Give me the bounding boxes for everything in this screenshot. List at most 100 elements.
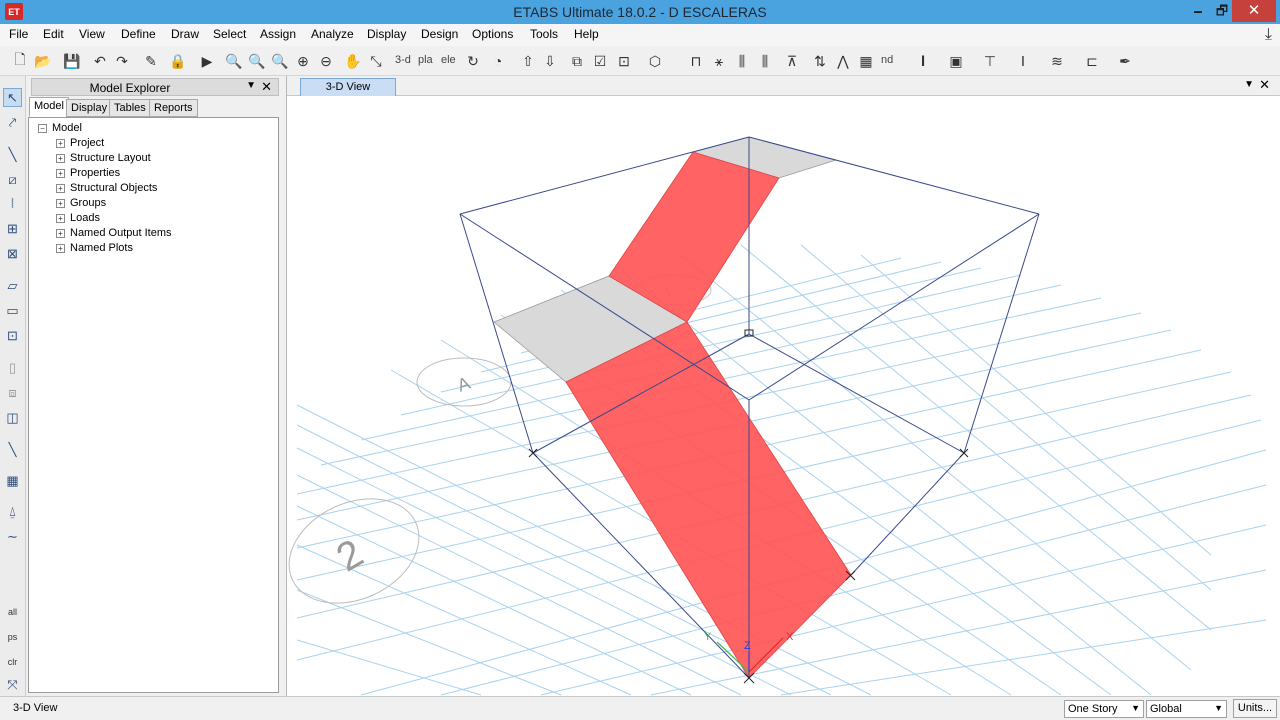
tree-item-model[interactable]: − Model (38, 121, 82, 135)
story-select[interactable]: One Story ▼ (1064, 700, 1144, 718)
menu-analyze[interactable]: Analyze (311, 27, 354, 41)
clear-selection-button[interactable]: clr (3, 652, 22, 671)
draw-rectangle-icon[interactable]: ▭ (3, 301, 22, 320)
menu-select[interactable]: Select (213, 27, 246, 41)
draw-brace-icon[interactable]: ⊼ (782, 50, 802, 72)
draw-grid-icon[interactable]: ▦ (3, 471, 22, 490)
draw-joint-icon[interactable]: ⚹ (709, 50, 729, 72)
set-display-options-icon[interactable]: ☑ (590, 50, 610, 72)
show-undeformed-icon[interactable]: ⊡ (614, 50, 634, 72)
tee-section-icon[interactable]: ⊤ (980, 50, 1000, 72)
new-model-icon[interactable]: 🗋 (10, 50, 30, 72)
move-up-icon[interactable]: ⇧ (518, 50, 538, 72)
draw-cross-brace-icon[interactable]: ⊠ (3, 244, 22, 263)
menu-edit[interactable]: Edit (43, 27, 64, 41)
area-section-icon[interactable]: ▣ (946, 50, 966, 72)
plan-view-button[interactable]: pla (418, 54, 433, 66)
expand-icon[interactable]: + (56, 228, 65, 238)
draw-wall-icon[interactable]: ⇅ (810, 50, 830, 72)
tree-item-named-plots[interactable]: + Named Plots (56, 241, 133, 255)
tree-item-loads[interactable]: + Loads (56, 211, 100, 225)
expand-icon[interactable]: + (56, 243, 65, 253)
tree-item-structural-objects[interactable]: + Structural Objects (56, 181, 157, 195)
menu-options[interactable]: Options (472, 27, 513, 41)
draw-area-icon[interactable]: ▱ (3, 276, 22, 295)
draw-beam-icon[interactable]: ⫼ (732, 50, 752, 72)
draw-dimension-icon[interactable]: ∼ (3, 527, 22, 546)
reshape-icon[interactable]: ⤤ (3, 113, 22, 132)
close-window-button[interactable]: ✕ (1232, 0, 1276, 22)
move-down-icon[interactable]: ⇩ (540, 50, 560, 72)
zoom-full-icon[interactable]: 🔍 (270, 50, 290, 72)
menu-tools[interactable]: Tools (530, 27, 558, 41)
show-object-3d-icon[interactable]: ⬡ (645, 50, 665, 72)
quick-wall-icon[interactable]: ⧈ (3, 383, 22, 402)
menu-help[interactable]: Help (574, 27, 599, 41)
expand-icon[interactable]: + (56, 153, 65, 163)
tab-display[interactable]: Display (66, 99, 113, 117)
menu-file[interactable]: File (9, 27, 28, 41)
draw-line-icon[interactable]: ╲ (3, 145, 22, 164)
draw-frame-tool-icon[interactable]: ⦚ (3, 194, 22, 213)
tree-item-properties[interactable]: + Properties (56, 166, 120, 180)
tree-item-named-output-items[interactable]: + Named Output Items (56, 226, 172, 240)
redo-icon[interactable]: ↷ (112, 50, 132, 72)
select-pointer-icon[interactable]: ↖ (3, 88, 22, 107)
get-info-icon[interactable]: ⤧ (3, 675, 22, 694)
menu-draw[interactable]: Draw (171, 27, 199, 41)
tree-item-structure-layout[interactable]: + Structure Layout (56, 151, 151, 165)
zoom-window-icon[interactable]: 🔍 (224, 50, 244, 72)
object-shrink-icon[interactable]: ⧉ (567, 50, 587, 72)
draw-ramp-icon[interactable]: ⋀ (833, 50, 853, 72)
tree-item-project[interactable]: + Project (56, 136, 104, 150)
panel-close-icon[interactable]: ✕ (261, 79, 272, 95)
perspective-icon[interactable]: ◔ (488, 50, 508, 72)
draw-column-icon[interactable]: ⫼ (755, 50, 775, 72)
pan-icon[interactable]: ✋ (343, 50, 363, 72)
pen-color-icon[interactable]: ✒ (1115, 50, 1135, 72)
view-close-icon[interactable]: ✕ (1259, 77, 1270, 93)
collapse-icon[interactable]: − (38, 123, 47, 133)
quick-draw-area-icon[interactable]: ⊡ (3, 326, 22, 345)
elevation-view-button[interactable]: ele (441, 54, 456, 66)
frame-section-icon[interactable]: 𝐈 (913, 50, 933, 72)
draw-slab-icon[interactable]: ▦ (856, 50, 876, 72)
menu-display[interactable]: Display (367, 27, 406, 41)
menu-view[interactable]: View (79, 27, 105, 41)
draw-opening-icon[interactable]: ◫ (3, 408, 22, 427)
node-display-button[interactable]: nd (881, 54, 893, 66)
draw-section-cut-icon[interactable]: ⍙ (3, 502, 22, 521)
draw-brace-tool-icon[interactable]: ⊞ (3, 219, 22, 238)
select-all-button[interactable]: all (3, 602, 22, 621)
menu-assign[interactable]: Assign (260, 27, 296, 41)
beam-section-icon[interactable]: Ⅰ (1013, 50, 1033, 72)
rotate-view-icon[interactable]: ↻ (463, 50, 483, 72)
zoom-out-icon[interactable]: ⊖ (316, 50, 336, 72)
tab-reports[interactable]: Reports (149, 99, 198, 117)
model-3d-canvas[interactable]: A 2 1 Y X (287, 96, 1280, 696)
line-style-icon[interactable]: ≋ (1047, 50, 1067, 72)
run-analysis-icon[interactable]: ▶ (197, 50, 217, 72)
undo-icon[interactable]: ↶ (90, 50, 110, 72)
view-3d-button[interactable]: 3-d (395, 54, 411, 66)
tab-model[interactable]: Model (29, 97, 69, 117)
expand-icon[interactable]: + (56, 168, 65, 178)
expand-icon[interactable]: + (56, 183, 65, 193)
previous-selection-button[interactable]: ps (3, 627, 22, 646)
coord-system-select[interactable]: Global ▼ (1146, 700, 1227, 718)
tab-3d-view[interactable]: 3-D View (300, 78, 396, 96)
draw-link-icon[interactable]: ╲ (3, 440, 22, 459)
lock-icon[interactable]: 🔒 (168, 50, 188, 72)
expand-icon[interactable]: + (56, 213, 65, 223)
pencil-icon[interactable]: ✎ (141, 50, 161, 72)
view-dropdown-icon[interactable]: ▼ (1244, 79, 1254, 90)
tree-item-groups[interactable]: + Groups (56, 196, 106, 210)
panel-dropdown-icon[interactable]: ▼ (246, 80, 256, 91)
menu-define[interactable]: Define (121, 27, 156, 41)
download-icon[interactable]: ⤓ (1265, 26, 1272, 44)
rubber-band-icon[interactable]: ⤡ (366, 50, 386, 72)
expand-icon[interactable]: + (56, 138, 65, 148)
tab-tables[interactable]: Tables (109, 99, 151, 117)
save-icon[interactable]: 💾 (62, 50, 82, 72)
menu-design[interactable]: Design (421, 27, 458, 41)
